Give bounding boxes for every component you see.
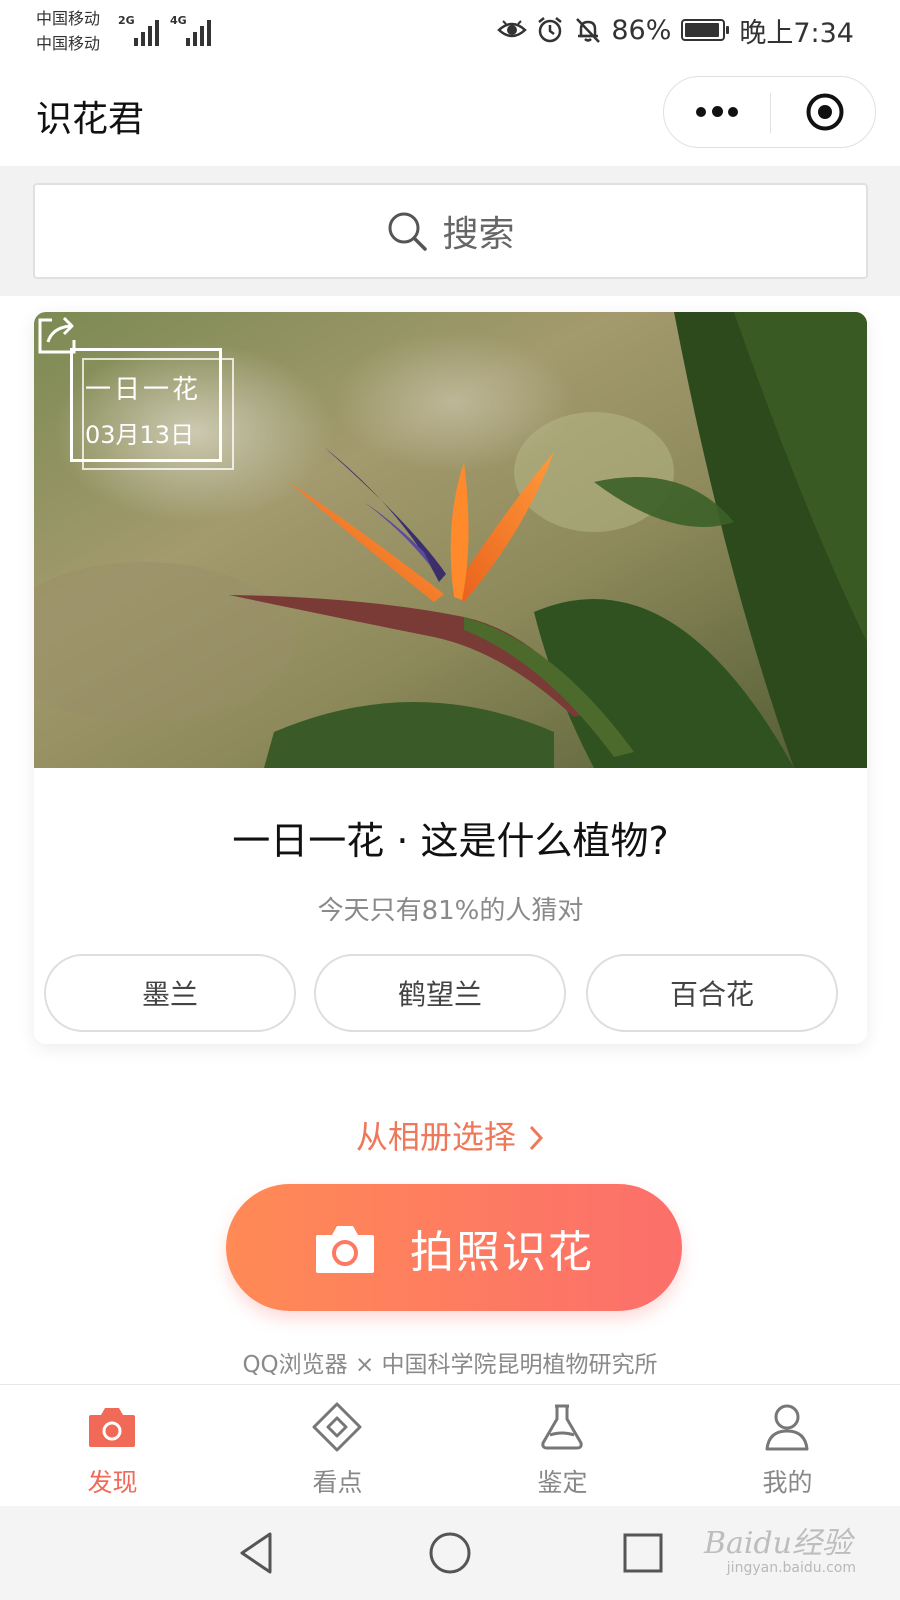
- search-icon: [388, 212, 428, 251]
- capsule-divider: [770, 93, 771, 133]
- quiz-option-2[interactable]: 鹤望兰: [314, 954, 566, 1032]
- quiz-options: 墨兰 鹤望兰 百合花: [44, 954, 857, 1034]
- choose-from-album-link[interactable]: 从相册选择: [0, 1112, 900, 1158]
- search-area: 搜索: [0, 166, 900, 296]
- app-title: 识花君: [36, 99, 145, 140]
- search-input[interactable]: 搜索: [33, 183, 868, 279]
- alarm-icon: [538, 17, 563, 43]
- capsule-menu: [663, 76, 876, 148]
- quiz-question: 一日一花 · 这是什么植物?: [232, 819, 669, 863]
- watermark-brand: Baidu经验: [703, 1526, 852, 1561]
- back-triangle-icon[interactable]: [232, 1528, 282, 1578]
- camera-icon: [316, 1225, 374, 1273]
- tab-label: 鉴定: [537, 1468, 588, 1497]
- status-bar: 中国移动 中国移动 2G 4G 86% 晚上7:34: [0, 0, 900, 62]
- tab-label: 我的: [762, 1468, 813, 1497]
- take-photo-button[interactable]: 拍照识花: [226, 1184, 682, 1311]
- date-tag-date: 03月13日: [85, 421, 195, 449]
- tab-discover[interactable]: 发现: [0, 1385, 225, 1507]
- eye-icon: [497, 20, 528, 38]
- carrier-1: 中国移动: [36, 9, 101, 28]
- baidu-jingyan-watermark: Baidu经验 jingyan.baidu.com: [676, 1518, 856, 1588]
- chevron-right-icon: [529, 1125, 544, 1151]
- daily-flower-date-tag: 一日一花 03月13日: [70, 348, 234, 470]
- battery-icon: [681, 19, 730, 41]
- album-link-label: 从相册选择: [355, 1118, 516, 1156]
- home-circle-icon[interactable]: [425, 1528, 475, 1578]
- carrier-info: 中国移动 中国移动: [36, 6, 100, 56]
- search-placeholder: 搜索: [442, 214, 515, 255]
- more-button[interactable]: [664, 77, 770, 147]
- flower-photo[interactable]: 一日一花 03月13日: [34, 312, 867, 768]
- credit-text: QQ浏览器 × 中国科学院昆明植物研究所: [242, 1352, 658, 1378]
- system-navigation-bar: Baidu经验 jingyan.baidu.com: [0, 1506, 900, 1600]
- tab-highlights[interactable]: 看点: [225, 1385, 450, 1507]
- signal-bars-icon: [186, 20, 214, 46]
- quiz-option-3[interactable]: 百合花: [586, 954, 838, 1032]
- tab-bar: 发现 看点 鉴定 我的: [0, 1384, 900, 1506]
- status-right: 86% 晚上7:34: [497, 12, 854, 49]
- battery-percent: 86%: [611, 14, 672, 46]
- tab-label: 看点: [312, 1468, 363, 1497]
- mini-program-title-bar: 识花君: [0, 62, 900, 166]
- recent-square-icon[interactable]: [618, 1528, 668, 1578]
- tab-identify[interactable]: 鉴定: [450, 1385, 675, 1507]
- carrier-2: 中国移动: [36, 34, 101, 53]
- user-icon: [765, 1404, 809, 1451]
- take-photo-label: 拍照识花: [410, 1226, 594, 1278]
- tab-label: 发现: [87, 1468, 138, 1497]
- diamond-icon: [312, 1402, 362, 1452]
- flask-icon: [541, 1404, 583, 1450]
- camera-icon: [89, 1408, 135, 1447]
- quiz-subtitle: 今天只有81%的人猜对: [317, 896, 584, 926]
- network-type-2: 4G: [170, 14, 187, 27]
- watermark-url: jingyan.baidu.com: [726, 1560, 856, 1576]
- clock: 晚上7:34: [739, 17, 854, 49]
- signal-bars-icon: [134, 20, 162, 46]
- date-tag-frame: 一日一花 03月13日: [70, 348, 222, 462]
- silent-icon: [576, 18, 601, 43]
- date-tag-title: 一日一花: [85, 375, 202, 405]
- network-type-1: 2G: [118, 14, 135, 27]
- share-icon[interactable]: [34, 312, 80, 358]
- target-close-icon[interactable]: [806, 93, 844, 131]
- daily-flower-card: 一日一花 03月13日 一日一花 · 这是什么植物? 今天只有81%的人猜对 墨…: [34, 312, 867, 1044]
- quiz-option-1[interactable]: 墨兰: [44, 954, 296, 1032]
- tab-mine[interactable]: 我的: [675, 1385, 900, 1507]
